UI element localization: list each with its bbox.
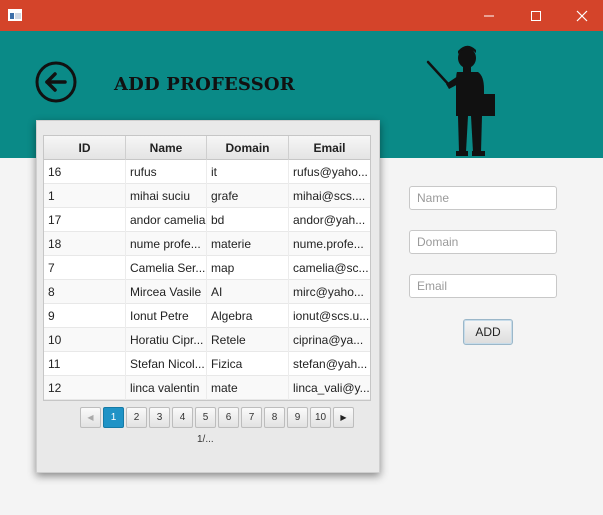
table-header: ID Name Domain Email (44, 136, 370, 160)
table-row[interactable]: 16 rufus it rufus@yaho... (44, 160, 370, 184)
table-row[interactable]: 11 Stefan Nicol... Fizica stefan@yah... (44, 352, 370, 376)
cell-name: Horatiu Cipr... (126, 328, 207, 352)
table-row[interactable]: 10 Horatiu Cipr... Retele ciprina@ya... (44, 328, 370, 352)
page-button-5[interactable]: 5 (195, 407, 216, 428)
page-button-1[interactable]: 1 (103, 407, 124, 428)
cell-name: linca valentin (126, 376, 207, 400)
page-button-8[interactable]: 8 (264, 407, 285, 428)
cell-domain: Retele (207, 328, 289, 352)
page-button-3[interactable]: 3 (149, 407, 170, 428)
cell-email: mirc@yaho... (293, 285, 364, 299)
cell-domain: bd (207, 208, 289, 232)
cell-id: 1 (44, 184, 126, 208)
page-button-10[interactable]: 10 (310, 407, 331, 428)
cell-email: mihai@scs.... (293, 189, 366, 203)
professor-table-card: ID Name Domain Email 16 rufus it rufus@y… (36, 120, 380, 473)
cell-domain: AI (207, 280, 289, 304)
cell-name: Stefan Nicol... (126, 352, 207, 376)
app-icon (8, 9, 22, 21)
cell-name: nume profe... (126, 232, 207, 256)
cell-id: 9 (44, 304, 126, 328)
cell-name: Camelia Ser... (126, 256, 207, 280)
column-header-domain[interactable]: Domain (207, 136, 289, 160)
cell-email: stefan@yah... (293, 357, 368, 371)
table-row[interactable]: 7 Camelia Ser... map camelia@sc... (44, 256, 370, 280)
next-page-button[interactable]: ▶ (333, 407, 354, 428)
cell-domain: Algebra (207, 304, 289, 328)
minimize-button[interactable] (466, 0, 512, 31)
cell-domain: Fizica (207, 352, 289, 376)
cell-id: 11 (44, 352, 126, 376)
table-row[interactable]: 18 nume profe... materie nume.profe... (44, 232, 370, 256)
cell-domain: map (207, 256, 289, 280)
cell-email: rufus@yaho... (293, 165, 368, 179)
cell-domain: materie (207, 232, 289, 256)
domain-field[interactable] (409, 230, 557, 254)
cell-email: linca_vali@y... (293, 381, 370, 395)
cell-email: andor@yah... (293, 213, 366, 227)
cell-id: 7 (44, 256, 126, 280)
cell-domain: it (207, 160, 289, 184)
cell-id: 18 (44, 232, 126, 256)
back-arrow-icon (35, 61, 77, 103)
cell-email: ciprina@ya... (293, 333, 364, 347)
page-title: ADD PROFESSOR (114, 74, 295, 95)
add-button[interactable]: ADD (463, 319, 513, 345)
page-button-6[interactable]: 6 (218, 407, 239, 428)
cell-email: nume.profe... (293, 237, 364, 251)
close-icon (576, 10, 588, 22)
cell-name: Mircea Vasile (126, 280, 207, 304)
column-header-email[interactable]: Email (289, 136, 370, 160)
maximize-button[interactable] (513, 0, 559, 31)
professor-icon (426, 45, 495, 156)
cell-name: rufus (126, 160, 207, 184)
minimize-icon (484, 15, 494, 17)
cell-email: ionut@scs.u... (293, 309, 370, 323)
back-button[interactable] (34, 60, 78, 104)
window-titlebar (0, 0, 603, 31)
cell-id: 8 (44, 280, 126, 304)
pagination: ◀ 1 2 3 4 5 6 7 8 9 10 ▶ (80, 407, 355, 428)
cell-id: 10 (44, 328, 126, 352)
table-row[interactable]: 9 Ionut Petre Algebra ionut@scs.u... (44, 304, 370, 328)
page-button-9[interactable]: 9 (287, 407, 308, 428)
close-button[interactable] (559, 0, 603, 31)
column-header-name[interactable]: Name (126, 136, 207, 160)
cell-id: 17 (44, 208, 126, 232)
table-body: 16 rufus it rufus@yaho... 1 mihai suciu … (44, 160, 370, 400)
page-button-2[interactable]: 2 (126, 407, 147, 428)
page-button-4[interactable]: 4 (172, 407, 193, 428)
table-row[interactable]: 17 andor camelia bd andor@yah... (44, 208, 370, 232)
table-row[interactable]: 12 linca valentin mate linca_vali@y... (44, 376, 370, 400)
column-header-id[interactable]: ID (44, 136, 126, 160)
cell-name: Ionut Petre (126, 304, 207, 328)
table-row[interactable]: 8 Mircea Vasile AI mirc@yaho... (44, 280, 370, 304)
cell-domain: grafe (207, 184, 289, 208)
email-field[interactable] (409, 274, 557, 298)
cell-id: 12 (44, 376, 126, 400)
page-indicator: 1/... (197, 434, 214, 445)
cell-name: mihai suciu (126, 184, 207, 208)
page-button-7[interactable]: 7 (241, 407, 262, 428)
name-field[interactable] (409, 186, 557, 210)
cell-email: camelia@sc... (293, 261, 369, 275)
cell-name: andor camelia (126, 208, 207, 232)
maximize-icon (531, 11, 541, 21)
cell-id: 16 (44, 160, 126, 184)
prev-page-button[interactable]: ◀ (80, 407, 101, 428)
cell-domain: mate (207, 376, 289, 400)
table-row[interactable]: 1 mihai suciu grafe mihai@scs.... (44, 184, 370, 208)
professor-table[interactable]: ID Name Domain Email 16 rufus it rufus@y… (43, 135, 371, 401)
